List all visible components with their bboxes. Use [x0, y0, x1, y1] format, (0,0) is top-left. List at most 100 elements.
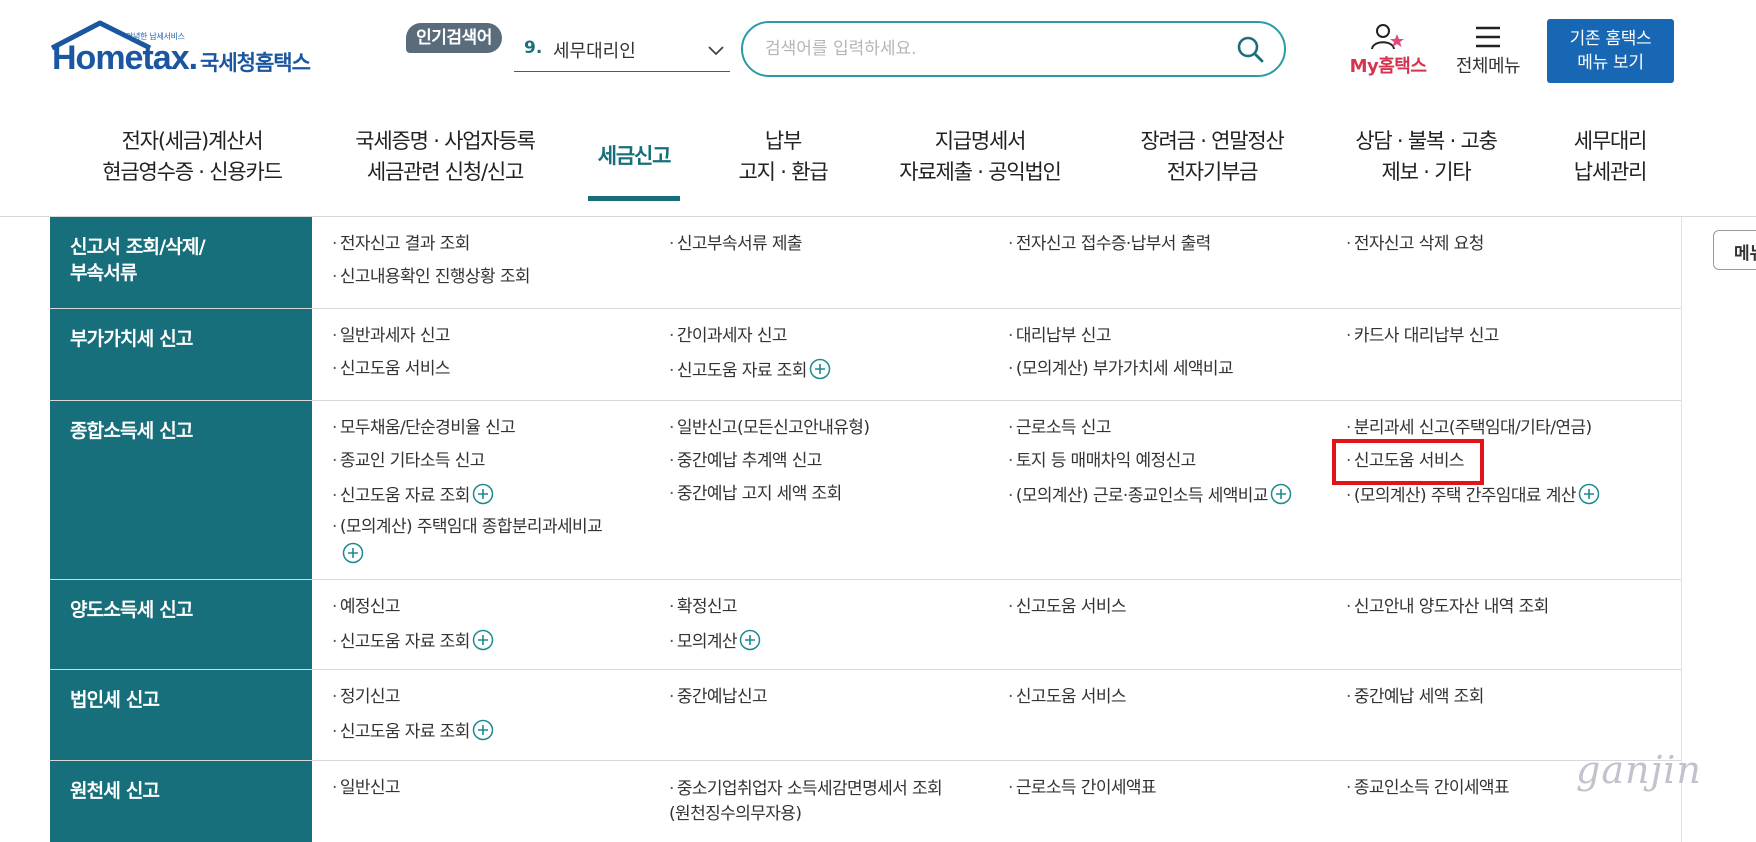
menu-link[interactable]: 간이과세자 신고: [669, 325, 788, 347]
menu-link[interactable]: 중간예납 고지 세액 조회: [669, 483, 842, 505]
row-title: 부가가치세 신고: [50, 309, 312, 400]
gnb-tax-agent[interactable]: 세무대리 납세관리: [1555, 126, 1665, 188]
menu-link-with-plus[interactable]: 모의계산: [669, 629, 761, 653]
menu-link-label: 신고도움 자료 조회: [339, 632, 471, 652]
menu-link[interactable]: 신고내용확인 진행상황 조회: [332, 266, 531, 288]
menu-link[interactable]: 중간예납 추계액 신고: [669, 450, 823, 472]
menu-link[interactable]: 신고도움 서비스: [332, 358, 451, 380]
menu-link[interactable]: 근로소득 신고: [1008, 417, 1112, 439]
menu-link-with-plus[interactable]: 신고도움 자료 조회: [332, 629, 494, 653]
plus-circle-icon[interactable]: [809, 358, 831, 380]
menu-link[interactable]: 종교인 기타소득 신고: [332, 450, 486, 472]
keyword-text: 세무대리인: [553, 41, 636, 62]
menu-link[interactable]: 신고도움 서비스: [1008, 596, 1127, 618]
all-menu-button[interactable]: 전체메뉴: [1448, 22, 1528, 82]
popular-search-badge: 인기검색어: [406, 23, 502, 53]
menu-link[interactable]: 신고도움 서비스: [1008, 686, 1127, 708]
gnb-consulting[interactable]: 상담 · 불복 · 고충 제보 · 기타: [1336, 126, 1516, 188]
plus-circle-icon[interactable]: [1270, 483, 1292, 505]
menu-link-with-plus[interactable]: 신고도움 자료 조회: [669, 358, 831, 382]
menu-link-with-plus[interactable]: 신고도움 자료 조회: [332, 483, 494, 507]
menu-link-label: 모의계산: [676, 632, 738, 652]
plus-circle-icon[interactable]: [1578, 483, 1600, 505]
gnb-e-invoice[interactable]: 전자(세금)계산서 현금영수증 · 신용카드: [72, 126, 312, 188]
menu-link-label: 신고도움 자료 조회: [676, 361, 808, 381]
row-title: 원천세 신고: [50, 761, 312, 842]
gnb-incentives[interactable]: 장려금 · 연말정산 전자기부금: [1112, 126, 1312, 188]
menu-link[interactable]: 카드사 대리납부 신고: [1346, 325, 1500, 347]
menu-row-corporate-tax: 법인세 신고 정기신고 중간예납신고 신고도움 서비스 중간예납 세액 조회 신…: [50, 670, 1682, 761]
legacy-button-line1: 기존 홈택스: [1569, 29, 1652, 49]
legacy-menu-button[interactable]: 기존 홈택스 메뉴 보기: [1547, 19, 1674, 83]
gnb-payment[interactable]: 납부 고지 · 환급: [718, 126, 848, 188]
menu-row-filing-inquiry: 신고서 조회/삭제/ 부속서류 전자신고 결과 조회 신고부속서류 제출 전자신…: [50, 217, 1682, 309]
row-links: 모두채움/단순경비율 신고 일반신고(모든신고안내유형) 근로소득 신고 분리과…: [312, 401, 1682, 579]
menu-link[interactable]: 전자신고 결과 조회: [332, 233, 471, 255]
side-menu-button[interactable]: 메뉴: [1713, 230, 1756, 270]
plus-circle-icon[interactable]: [472, 719, 494, 741]
menu-link[interactable]: 중간예납 세액 조회: [1346, 686, 1485, 708]
gnb-line: 세무대리: [1573, 129, 1648, 153]
plus-circle-icon[interactable]: [472, 483, 494, 505]
menu-row-withholding-tax: 원천세 신고 일반신고 중소기업취업자 소득세감면명세서 조회 (원천징수의무자…: [50, 761, 1682, 842]
menu-link[interactable]: 일반신고(모든신고안내유형): [669, 417, 870, 439]
plus-circle-icon[interactable]: [739, 629, 761, 651]
menu-link[interactable]: 전자신고 접수증·납부서 출력: [1008, 233, 1212, 255]
menu-link-with-plus[interactable]: (모의계산) 근로·종교인소득 세액비교: [1008, 483, 1292, 507]
main-navigation: 전자(세금)계산서 현금영수증 · 신용카드 국세증명 · 사업자등록 세금관련…: [0, 110, 1756, 217]
gnb-certificates[interactable]: 국세증명 · 사업자등록 세금관련 신청/신고: [325, 126, 565, 188]
menu-link-label: (모의계산) 근로·종교인소득 세액비교: [1015, 486, 1269, 506]
menu-link-with-plus[interactable]: (모의계산) 주택임대 종합분리과세비교: [332, 516, 637, 566]
menu-link[interactable]: 중소기업취업자 소득세감면명세서 조회 (원천징수의무자용): [669, 777, 999, 827]
my-hometax-label: My홈택스: [1349, 56, 1427, 77]
menu-link[interactable]: 정기신고: [332, 686, 401, 708]
menu-link[interactable]: 대리납부 신고: [1008, 325, 1112, 347]
gnb-active-indicator: [588, 196, 680, 201]
menu-link[interactable]: 근로소득 간이세액표: [1008, 777, 1157, 799]
all-menu-label: 전체메뉴: [1455, 56, 1521, 77]
row-title: 신고서 조회/삭제/ 부속서류: [50, 217, 312, 308]
my-hometax-button[interactable]: My홈택스: [1340, 22, 1436, 82]
menu-link[interactable]: 종교인소득 간이세액표: [1346, 777, 1510, 799]
gnb-line: 전자기부금: [1166, 160, 1259, 184]
logo-wordmark: Hometax.: [52, 39, 198, 77]
gnb-line: 납부: [764, 129, 802, 153]
menu-link[interactable]: 신고부속서류 제출: [669, 233, 803, 255]
row-links: 일반신고 중소기업취업자 소득세감면명세서 조회 (원천징수의무자용) 근로소득…: [312, 761, 1682, 842]
menu-link[interactable]: 예정신고: [332, 596, 401, 618]
plus-circle-icon[interactable]: [342, 542, 364, 564]
search-input[interactable]: [765, 35, 1215, 63]
watermark-text: ganjin: [1576, 748, 1702, 792]
gnb-line: 장려금 · 연말정산: [1140, 129, 1284, 153]
row-links: 정기신고 중간예납신고 신고도움 서비스 중간예납 세액 조회 신고도움 자료 …: [312, 670, 1682, 760]
gnb-line: 세금관련 신청/신고: [366, 160, 525, 184]
menu-link[interactable]: 중간예납신고: [669, 686, 768, 708]
row-links: 예정신고 확정신고 신고도움 서비스 신고안내 양도자산 내역 조회 신고도움 …: [312, 580, 1682, 669]
search-icon[interactable]: [1236, 35, 1264, 63]
hometax-logo[interactable]: 안녕한 납세서비스 Hometax. 국세청홈택스: [50, 20, 330, 80]
menu-link[interactable]: 전자신고 삭제 요청: [1346, 233, 1485, 255]
popular-keyword-select[interactable]: 9. 세무대리인: [514, 30, 730, 72]
menu-link-with-plus[interactable]: (모의계산) 주택 간주임대료 계산: [1346, 483, 1600, 507]
menu-link-label: (모의계산) 주택임대 종합분리과세비교: [339, 517, 603, 537]
menu-link[interactable]: 분리과세 신고(주택임대/기타/연금): [1346, 417, 1592, 439]
gnb-tax-filing[interactable]: 세금신고: [584, 141, 684, 172]
menu-link[interactable]: 일반신고: [332, 777, 401, 799]
gnb-payment-statements[interactable]: 지급명세서 자료제출 · 공익법인: [880, 126, 1080, 188]
plus-circle-icon[interactable]: [472, 629, 494, 651]
menu-link-filing-help-service[interactable]: 신고도움 서비스: [1346, 450, 1465, 472]
legacy-button-line2: 메뉴 보기: [1577, 53, 1644, 73]
hamburger-icon: [1476, 26, 1500, 48]
menu-link[interactable]: 토지 등 매매차익 예정신고: [1008, 450, 1196, 472]
menu-link[interactable]: (모의계산) 부가가치세 세액비교: [1008, 358, 1234, 380]
chevron-down-icon: [708, 46, 724, 56]
menu-link-with-plus[interactable]: 신고도움 자료 조회: [332, 719, 494, 743]
gnb-line: 세금신고: [597, 144, 672, 168]
menu-link[interactable]: 신고안내 양도자산 내역 조회: [1346, 596, 1550, 618]
menu-link[interactable]: 모두채움/단순경비율 신고: [332, 417, 516, 439]
menu-link[interactable]: 확정신고: [669, 596, 738, 618]
menu-link[interactable]: 일반과세자 신고: [332, 325, 451, 347]
search-box: [741, 21, 1286, 77]
menu-link-label: 신고도움 자료 조회: [339, 486, 471, 506]
row-links: 일반과세자 신고 간이과세자 신고 대리납부 신고 카드사 대리납부 신고 신고…: [312, 309, 1682, 400]
